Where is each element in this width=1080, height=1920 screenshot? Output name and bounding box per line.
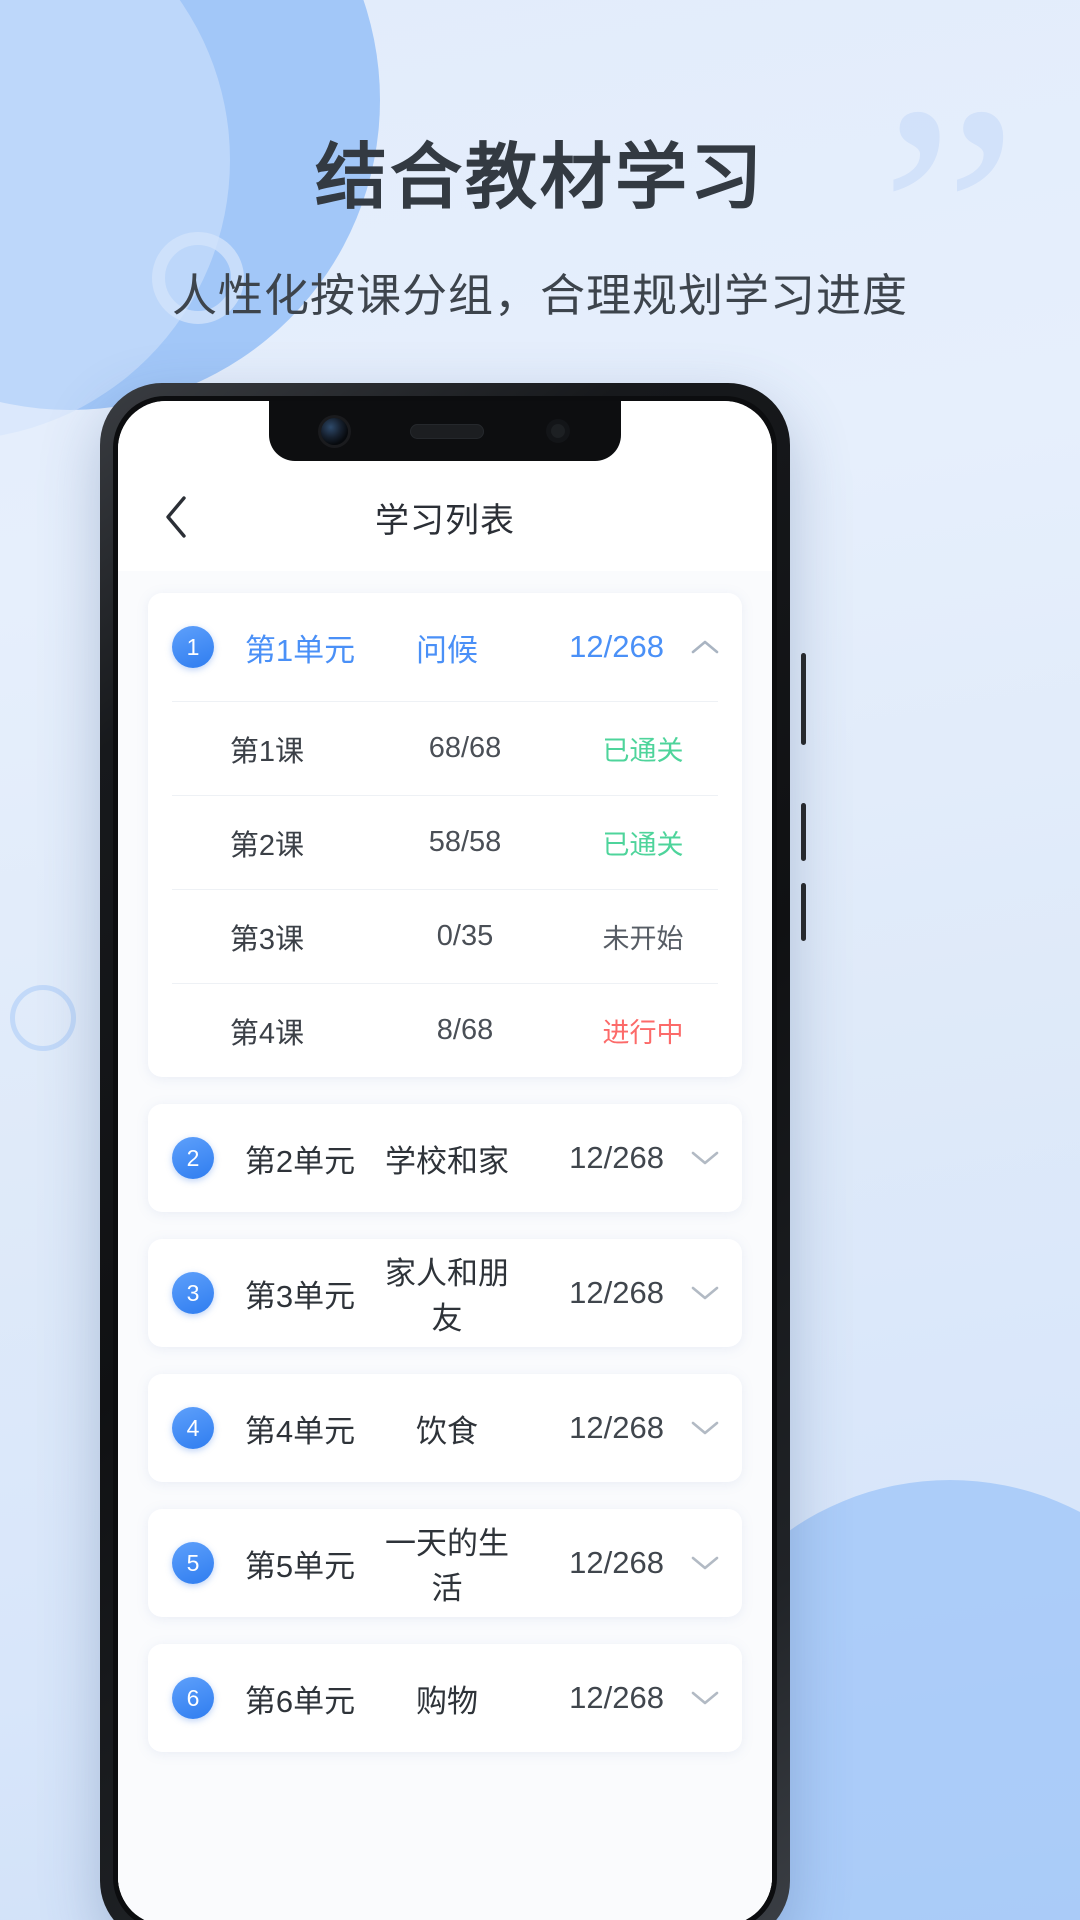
unit-list: 1 第1单元 问候 12/268 第1课 68/68 已通关 第2课 58/58 … bbox=[118, 571, 772, 1920]
unit-header[interactable]: 2 第2单元 学校和家 12/268 bbox=[148, 1104, 742, 1212]
chevron-down-icon[interactable] bbox=[664, 1554, 720, 1572]
lesson-progress: 58/58 bbox=[428, 826, 502, 858]
chevron-down-icon[interactable] bbox=[664, 1419, 720, 1437]
chevron-up-icon[interactable] bbox=[664, 638, 720, 656]
lesson-name: 第1课 bbox=[229, 735, 305, 768]
lesson-row[interactable]: 第4课 8/68 进行中 bbox=[172, 983, 718, 1077]
unit-card: 5 第5单元 一天的生活 12/268 bbox=[148, 1509, 742, 1617]
unit-header[interactable]: 3 第3单元 家人和朋友 12/268 bbox=[148, 1239, 742, 1347]
unit-name: 第4单元 bbox=[244, 1413, 356, 1449]
unit-header[interactable]: 4 第4单元 饮食 12/268 bbox=[148, 1374, 742, 1482]
lesson-status-badge: 未开始 bbox=[602, 924, 684, 954]
unit-badge: 2 bbox=[172, 1137, 214, 1179]
chevron-down-icon[interactable] bbox=[664, 1689, 720, 1707]
lesson-status-badge: 已通关 bbox=[602, 736, 684, 766]
unit-topic: 饮食 bbox=[416, 1413, 478, 1449]
unit-badge: 6 bbox=[172, 1677, 214, 1719]
unit-progress: 12/268 bbox=[569, 1410, 664, 1445]
unit-progress: 12/268 bbox=[569, 1140, 664, 1175]
unit-progress: 12/268 bbox=[569, 629, 664, 664]
back-button[interactable] bbox=[150, 491, 202, 543]
chevron-left-icon bbox=[163, 495, 189, 539]
unit-badge: 4 bbox=[172, 1407, 214, 1449]
lesson-progress: 0/35 bbox=[436, 920, 494, 952]
unit-card: 4 第4单元 饮食 12/268 bbox=[148, 1374, 742, 1482]
unit-name: 第5单元 bbox=[244, 1548, 356, 1584]
phone-mockup: 学习列表 1 第1单元 问候 12/268 第1课 68/68 已通关 第2课 5… bbox=[100, 383, 806, 1920]
app-navbar: 学习列表 bbox=[118, 463, 772, 571]
lesson-status-badge: 已通关 bbox=[602, 830, 684, 860]
unit-name: 第1单元 bbox=[244, 632, 356, 668]
lesson-progress: 68/68 bbox=[428, 732, 502, 764]
volume-down-button[interactable] bbox=[801, 883, 806, 941]
lesson-name: 第4课 bbox=[229, 1017, 305, 1050]
unit-name: 第6单元 bbox=[244, 1683, 356, 1719]
lesson-name: 第2课 bbox=[229, 829, 305, 862]
speaker-grille-icon bbox=[409, 423, 484, 439]
lesson-list: 第1课 68/68 已通关 第2课 58/58 已通关 第3课 0/35 未开始 第4… bbox=[148, 701, 742, 1077]
unit-badge: 3 bbox=[172, 1272, 214, 1314]
unit-header[interactable]: 6 第6单元 购物 12/268 bbox=[148, 1644, 742, 1752]
unit-card: 3 第3单元 家人和朋友 12/268 bbox=[148, 1239, 742, 1347]
phone-notch bbox=[269, 401, 621, 461]
unit-topic: 问候 bbox=[416, 632, 478, 668]
power-button[interactable] bbox=[801, 653, 806, 745]
unit-badge: 5 bbox=[172, 1542, 214, 1584]
unit-card: 2 第2单元 学校和家 12/268 bbox=[148, 1104, 742, 1212]
unit-topic: 家人和朋友 bbox=[385, 1256, 509, 1336]
lesson-row[interactable]: 第1课 68/68 已通关 bbox=[172, 701, 718, 795]
unit-name: 第2单元 bbox=[244, 1143, 356, 1179]
page-title: 学习列表 bbox=[375, 501, 515, 540]
unit-header[interactable]: 1 第1单元 问候 12/268 bbox=[148, 593, 742, 701]
phone-screen: 学习列表 1 第1单元 问候 12/268 第1课 68/68 已通关 第2课 5… bbox=[118, 401, 772, 1920]
chevron-down-icon[interactable] bbox=[664, 1284, 720, 1302]
unit-topic: 购物 bbox=[416, 1683, 478, 1719]
lesson-progress: 8/68 bbox=[436, 1014, 494, 1046]
unit-topic: 学校和家 bbox=[385, 1143, 509, 1179]
promo-subtitle: 人性化按课分组，合理规划学习进度 bbox=[171, 270, 908, 321]
volume-up-button[interactable] bbox=[801, 803, 806, 861]
lesson-status-badge: 进行中 bbox=[602, 1018, 684, 1048]
phone-bezel: 学习列表 1 第1单元 问候 12/268 第1课 68/68 已通关 第2课 5… bbox=[113, 396, 777, 1920]
promo-text-block: 结合教材学习 人性化按课分组，合理规划学习进度 bbox=[0, 118, 1080, 324]
decorative-ring bbox=[10, 985, 76, 1051]
unit-badge: 1 bbox=[172, 626, 214, 668]
unit-progress: 12/268 bbox=[569, 1275, 664, 1310]
chevron-down-icon[interactable] bbox=[664, 1149, 720, 1167]
unit-name: 第3单元 bbox=[244, 1278, 356, 1314]
unit-progress: 12/268 bbox=[569, 1545, 664, 1580]
unit-header[interactable]: 5 第5单元 一天的生活 12/268 bbox=[148, 1509, 742, 1617]
app-viewport: 学习列表 1 第1单元 问候 12/268 第1课 68/68 已通关 第2课 5… bbox=[118, 401, 772, 1920]
unit-card: 6 第6单元 购物 12/268 bbox=[148, 1644, 742, 1752]
unit-progress: 12/268 bbox=[569, 1680, 664, 1715]
camera-icon bbox=[320, 417, 348, 445]
lesson-name: 第3课 bbox=[229, 923, 305, 956]
proximity-sensor-icon bbox=[545, 419, 570, 443]
promo-title: 结合教材学习 bbox=[314, 138, 765, 218]
lesson-row[interactable]: 第3课 0/35 未开始 bbox=[172, 889, 718, 983]
lesson-row[interactable]: 第2课 58/58 已通关 bbox=[172, 795, 718, 889]
unit-card: 1 第1单元 问候 12/268 第1课 68/68 已通关 第2课 58/58 … bbox=[148, 593, 742, 1077]
unit-topic: 一天的生活 bbox=[385, 1526, 509, 1606]
